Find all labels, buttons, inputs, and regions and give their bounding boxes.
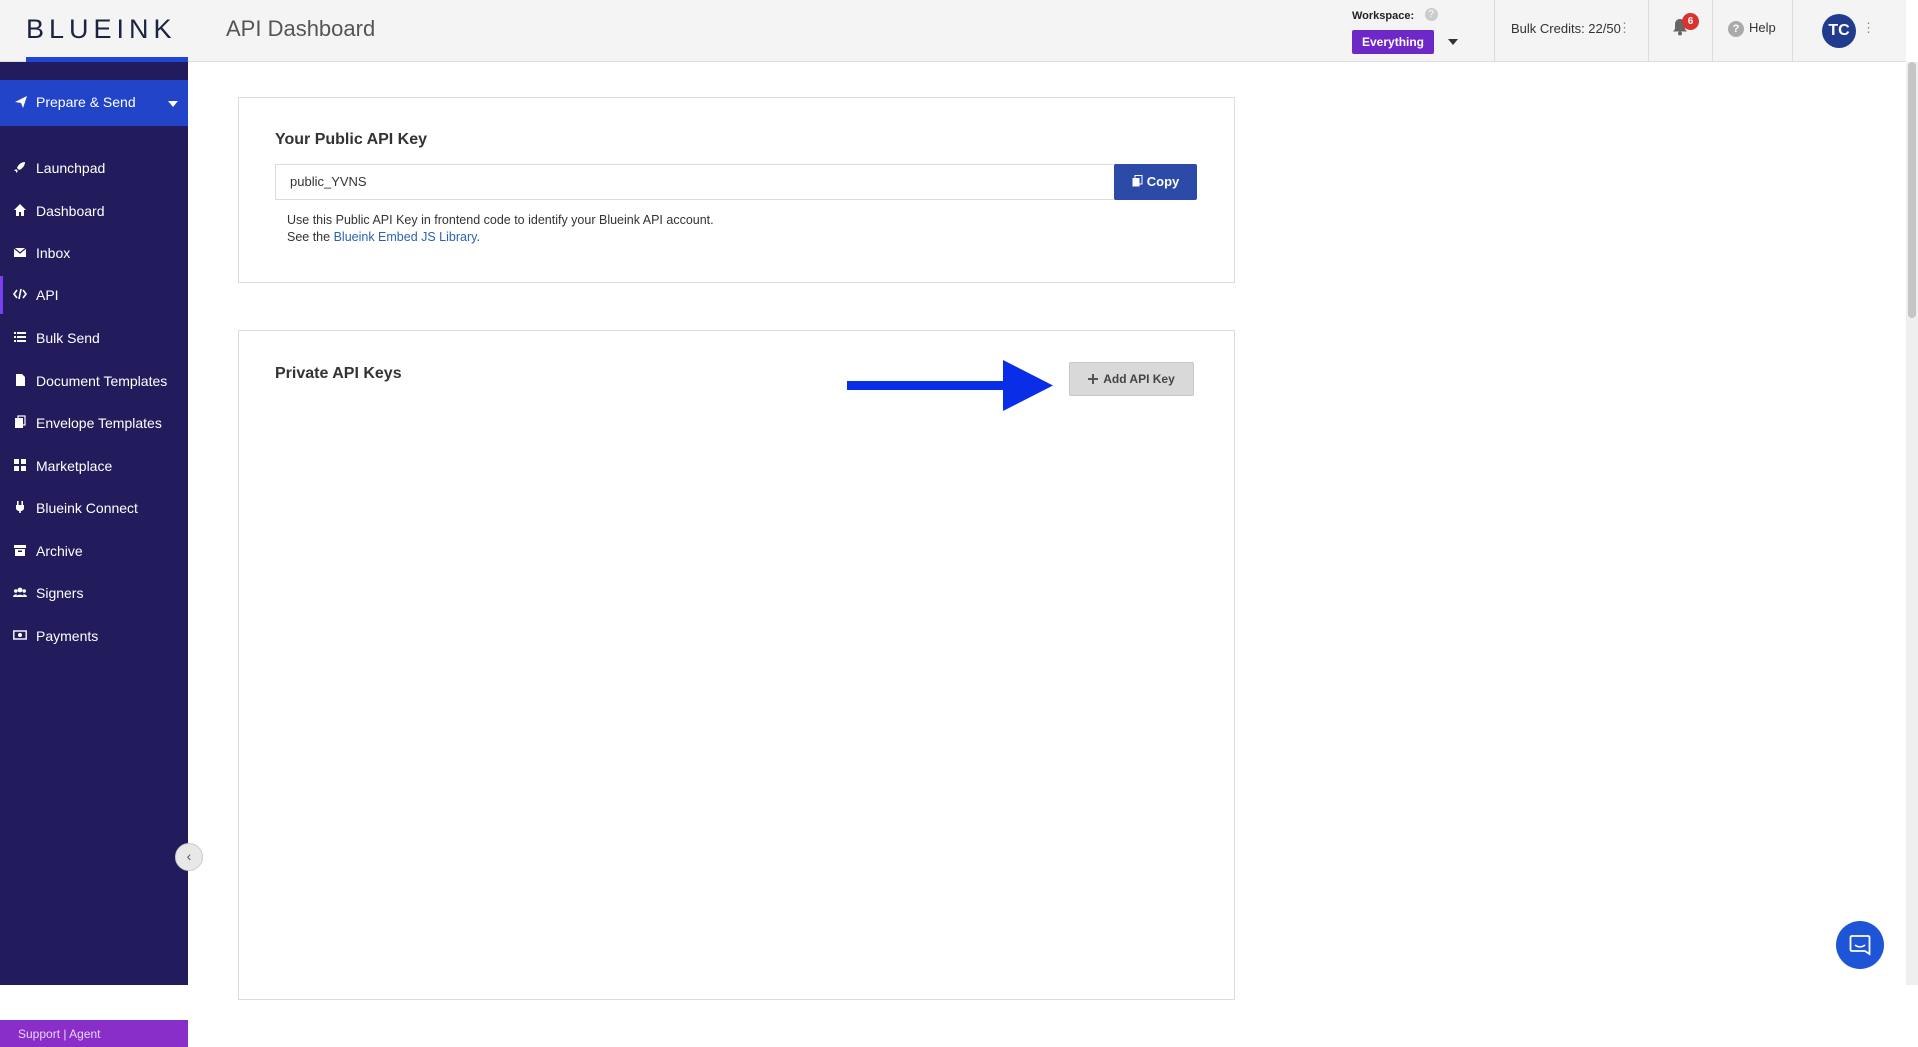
sidebar-item-api[interactable]: API: [0, 276, 188, 314]
sidebar-item-inbox[interactable]: Inbox: [0, 234, 188, 272]
archive-icon: [14, 545, 26, 556]
sidebar-item-signers[interactable]: Signers: [0, 574, 188, 612]
public-key-value: public_YVNS: [290, 174, 367, 189]
prepare-send-label: Prepare & Send: [36, 94, 136, 110]
description-prefix: See the: [287, 230, 334, 244]
public-key-title: Your Public API Key: [275, 131, 428, 148]
plug-icon: [16, 501, 24, 513]
caret-down-icon: [168, 101, 178, 107]
copy-label: Copy: [1146, 174, 1180, 189]
divider: [1648, 0, 1649, 62]
envelope-icon: [13, 247, 27, 257]
question-circle-icon: ?: [1728, 21, 1744, 37]
bulk-credits-label: Bulk Credits: 22/50: [1511, 21, 1621, 36]
support-text: Support | Agent: [18, 1027, 101, 1041]
workspace-badge[interactable]: Everything: [1352, 30, 1435, 54]
sidebar-item-payments[interactable]: Payments: [0, 617, 188, 655]
sidebar-item-label: API: [36, 287, 59, 303]
description-line-2: See the Blueink Embed JS Library.: [287, 229, 714, 246]
description-suffix: .: [476, 230, 480, 244]
sidebar-item-label: Envelope Templates: [36, 415, 162, 431]
collapse-sidebar-button[interactable]: ‹: [175, 843, 203, 871]
sidebar-item-document-templates[interactable]: Document Templates: [0, 362, 188, 400]
support-agent-bar[interactable]: Support | Agent: [0, 1020, 188, 1047]
sidebar-item-label: Dashboard: [36, 203, 105, 219]
avatar[interactable]: TC: [1822, 14, 1856, 48]
plus-icon: [1088, 374, 1099, 384]
private-keys-panel: [238, 330, 1235, 1000]
code-icon: [13, 288, 27, 300]
sidebar-item-label: Marketplace: [36, 458, 113, 474]
sidebar-item-dashboard[interactable]: Dashboard: [0, 192, 188, 230]
add-api-key-label: Add API Key: [1103, 372, 1175, 386]
grid-icon: [14, 459, 26, 471]
copy-icon: [15, 415, 26, 428]
sidebar-item-bulk-send[interactable]: Bulk Send: [0, 319, 188, 357]
list-icon: [14, 332, 26, 342]
add-api-key-button[interactable]: Add API Key: [1069, 362, 1194, 396]
sidebar-item-label: Payments: [36, 628, 99, 644]
sidebar: Prepare & Send Launchpad Dashboard Inbox…: [0, 62, 188, 1047]
prepare-send-button[interactable]: Prepare & Send: [0, 80, 188, 126]
document-icon: [16, 374, 25, 386]
public-key-description: Use this Public API Key in frontend code…: [287, 212, 714, 246]
sidebar-item-archive[interactable]: Archive: [0, 532, 188, 570]
help-label: Help: [1749, 20, 1776, 35]
users-icon: [13, 587, 27, 597]
chat-launcher-button[interactable]: [1836, 921, 1884, 969]
sidebar-item-label: Blueink Connect: [36, 500, 138, 516]
sidebar-item-label: Archive: [36, 543, 83, 559]
public-key-field[interactable]: public_YVNS: [275, 164, 1115, 200]
private-keys-title: Private API Keys: [275, 365, 402, 382]
top-bar: BLUEINK API Dashboard Workspace: ? Every…: [0, 0, 1906, 62]
divider: [1792, 0, 1793, 62]
sidebar-item-label: Inbox: [36, 245, 71, 261]
sidebar-item-launchpad[interactable]: Launchpad: [0, 149, 188, 187]
rocket-icon: [14, 162, 25, 173]
sidebar-item-envelope-templates[interactable]: Envelope Templates: [0, 404, 188, 442]
chat-icon: [1849, 935, 1871, 956]
more-vertical-icon[interactable]: ⋮: [1618, 20, 1631, 36]
description-line: Use this Public API Key in frontend code…: [287, 213, 714, 227]
scrollbar-thumb[interactable]: [1908, 62, 1916, 318]
sidebar-item-blueink-connect[interactable]: Blueink Connect: [0, 489, 188, 527]
annotation-arrow-icon: [847, 360, 1053, 411]
workspace-selector[interactable]: Workspace: ? Everything: [1352, 6, 1458, 54]
help-link[interactable]: ? Help: [1728, 20, 1776, 37]
divider: [1494, 0, 1495, 62]
workspace-label: Workspace:: [1352, 10, 1415, 22]
copy-button[interactable]: Copy: [1114, 164, 1197, 200]
blueink-logo[interactable]: BLUEINK: [26, 14, 177, 45]
bulk-credits[interactable]: Bulk Credits: 22/50: [1511, 21, 1621, 36]
paper-plane-icon: [15, 96, 27, 108]
chevron-down-icon[interactable]: [1448, 39, 1458, 45]
sidebar-item-marketplace[interactable]: Marketplace: [0, 447, 188, 485]
page-title: API Dashboard: [226, 16, 376, 41]
embed-js-library-link[interactable]: Blueink Embed JS Library: [334, 230, 477, 244]
question-icon[interactable]: ?: [1424, 8, 1438, 22]
sidebar-item-label: Bulk Send: [36, 330, 100, 346]
home-icon: [14, 204, 26, 216]
divider: [1712, 0, 1713, 62]
more-vertical-icon[interactable]: ⋮: [1862, 20, 1875, 36]
sidebar-item-label: Signers: [36, 585, 84, 601]
sidebar-item-label: Launchpad: [36, 160, 106, 176]
copy-icon: [1132, 175, 1143, 187]
notification-badge: 6: [1682, 13, 1699, 30]
money-icon: [13, 630, 27, 640]
sidebar-item-label: Document Templates: [36, 373, 168, 389]
